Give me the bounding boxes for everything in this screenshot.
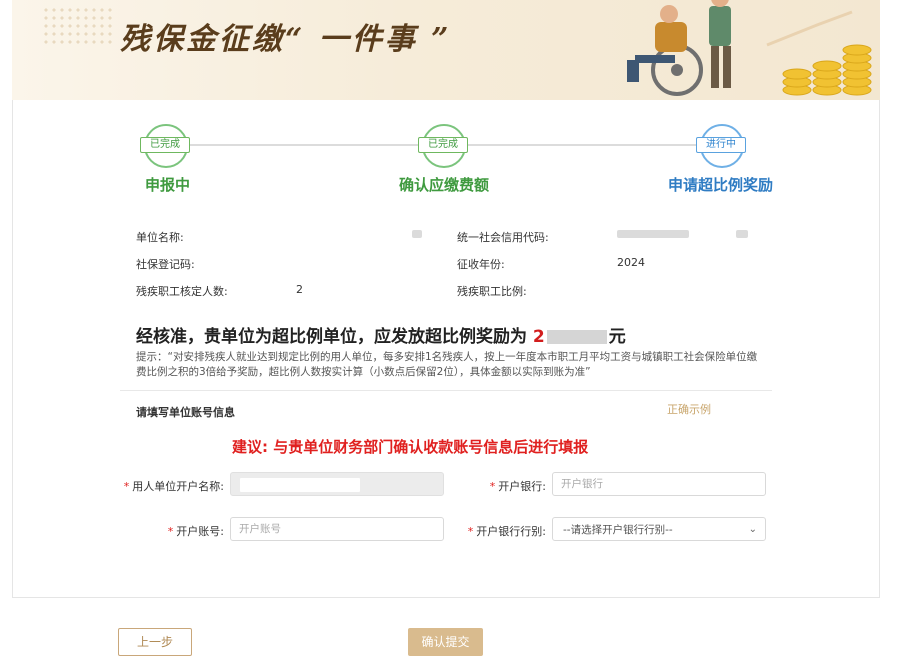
account-section-title: 请填写单位账号信息 xyxy=(136,406,235,419)
done-badge: 已完成 xyxy=(418,124,468,168)
year-label: 征收年份: xyxy=(457,258,505,271)
step-2-label: 确认应缴费额 xyxy=(399,176,490,194)
bank-type-selected: --请选择开户银行行别-- xyxy=(563,524,673,536)
step-2: 已完成 xyxy=(418,124,468,172)
step-connector xyxy=(190,144,420,146)
wheelchair-illustration xyxy=(617,0,880,100)
redacted-unit-name xyxy=(412,230,422,238)
step-1-label: 申报中 xyxy=(145,176,191,194)
example-link[interactable]: 正确示例 xyxy=(667,401,711,417)
account-number-input[interactable] xyxy=(230,517,444,541)
redacted-reward-amount xyxy=(546,330,607,344)
credit-code-label: 统一社会信用代码: xyxy=(457,231,549,244)
reward-headline-prefix: 经核准，贵单位为超比例单位，应发放超比例奖励为 xyxy=(136,327,527,347)
advice-text: 建议: 与贵单位财务部门确认收款账号信息后进行填报 xyxy=(232,438,589,456)
bank-type-label: * 开户银行行别: xyxy=(467,525,546,538)
done-badge: 已完成 xyxy=(140,124,190,168)
bank-type-select[interactable]: --请选择开户银行行别-- ⌄ xyxy=(552,517,766,541)
reward-headline: 经核准，贵单位为超比例单位，应发放超比例奖励为 2 元 xyxy=(136,322,626,347)
chevron-down-icon: ⌄ xyxy=(748,524,757,535)
reward-headline-suffix: 元 xyxy=(608,327,626,347)
account-label: * 开户账号: xyxy=(167,525,224,538)
step-3: 进行中 xyxy=(696,124,746,172)
bank-input[interactable] xyxy=(552,472,766,496)
redacted-account-holder xyxy=(240,478,360,492)
banner-decoration xyxy=(42,6,112,46)
banner-title: 残保金征缴“ 一件事 ” xyxy=(120,22,452,57)
step-1: 已完成 xyxy=(140,124,190,172)
submit-button[interactable]: 确认提交 xyxy=(408,628,483,656)
disabled-ratio-label: 残疾职工比例: xyxy=(457,285,527,298)
social-reg-label: 社保登记码: xyxy=(136,258,195,271)
step-3-label: 申请超比例奖励 xyxy=(668,176,774,194)
redacted-credit-code-tail xyxy=(736,230,748,238)
step-connector xyxy=(468,144,698,146)
in-progress-badge: 进行中 xyxy=(696,124,746,168)
redacted-credit-code xyxy=(617,230,689,238)
disabled-count-value: 2 xyxy=(296,283,303,296)
year-value: 2024 xyxy=(617,256,645,269)
reward-amount: 2 xyxy=(532,327,545,347)
bank-label: * 开户银行: xyxy=(489,480,546,493)
unit-name-label: 单位名称: xyxy=(136,231,184,244)
reward-tip: 提示：“对安排残疾人就业达到规定比例的用人单位，每多安排1名残疾人，按上一年度本… xyxy=(136,351,758,378)
prev-step-button[interactable]: 上一步 xyxy=(118,628,192,656)
disabled-count-label: 残疾职工核定人数: xyxy=(136,285,228,298)
holder-label: * 用人单位开户名称: xyxy=(123,480,224,493)
page-banner: 残保金征缴“ 一件事 ” xyxy=(12,0,880,100)
divider xyxy=(120,390,772,391)
